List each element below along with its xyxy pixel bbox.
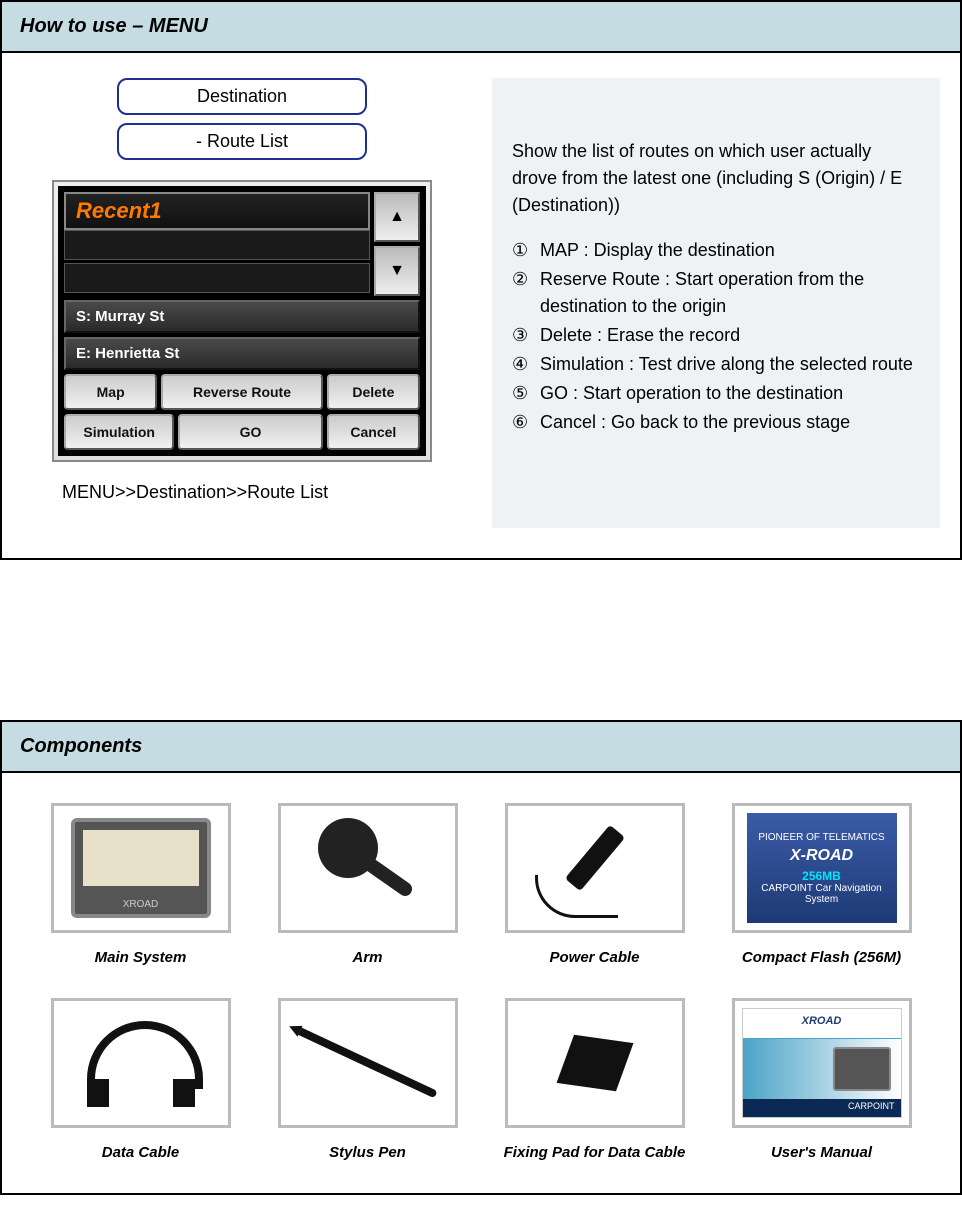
components-title: Components xyxy=(2,722,960,773)
desc-item-6: Cancel : Go back to the previous stage xyxy=(540,409,850,436)
destination-row: E: Henrietta St xyxy=(64,337,420,370)
compact-flash-image: PIONEER OF TELEMATICS X-ROAD 256MB CARPO… xyxy=(732,803,912,933)
list-item[interactable] xyxy=(64,263,370,293)
data-cable-image xyxy=(51,998,231,1128)
fixing-pad-image xyxy=(505,998,685,1128)
map-button[interactable]: Map xyxy=(64,374,157,410)
component-stylus: Stylus Pen xyxy=(264,998,471,1183)
component-data-cable: Data Cable xyxy=(37,998,244,1183)
arm-image xyxy=(278,803,458,933)
breadcrumb: MENU>>Destination>>Route List xyxy=(22,482,462,503)
simulation-button[interactable]: Simulation xyxy=(64,414,174,450)
delete-button[interactable]: Delete xyxy=(327,374,420,410)
components-panel: Components Main System Arm Power Cable P… xyxy=(0,720,962,1195)
component-fixing-pad: Fixing Pad for Data Cable xyxy=(491,998,698,1183)
description-box: Show the list of routes on which user ac… xyxy=(492,78,940,528)
desc-item-4: Simulation : Test drive along the select… xyxy=(540,351,913,378)
desc-item-1: MAP : Display the destination xyxy=(540,237,775,264)
list-item[interactable] xyxy=(64,230,370,260)
component-manual: XROAD CARPOINT User's Manual xyxy=(718,998,925,1183)
desc-item-2: Reserve Route : Start operation from the… xyxy=(540,266,920,320)
origin-row: S: Murray St xyxy=(64,300,420,333)
component-main-system: Main System xyxy=(37,803,244,988)
manual-image: XROAD CARPOINT xyxy=(732,998,912,1128)
desc-item-3: Delete : Erase the record xyxy=(540,322,740,349)
reverse-route-button[interactable]: Reverse Route xyxy=(161,374,322,410)
device-screenshot: Recent1 ▲ ▼ S: Murray St E: Henrietta St xyxy=(52,180,432,462)
destination-pill: Destination xyxy=(117,78,367,115)
scroll-down-icon[interactable]: ▼ xyxy=(374,246,420,296)
go-button[interactable]: GO xyxy=(178,414,322,450)
stylus-image xyxy=(278,998,458,1128)
description-intro: Show the list of routes on which user ac… xyxy=(512,138,920,219)
recent-label[interactable]: Recent1 xyxy=(64,192,370,230)
howto-title: How to use – MENU xyxy=(2,2,960,53)
howto-panel: How to use – MENU Destination - Route Li… xyxy=(0,0,962,560)
desc-item-5: GO : Start operation to the destination xyxy=(540,380,843,407)
cancel-button[interactable]: Cancel xyxy=(327,414,420,450)
main-system-image xyxy=(51,803,231,933)
power-cable-image xyxy=(505,803,685,933)
component-power-cable: Power Cable xyxy=(491,803,698,988)
component-compact-flash: PIONEER OF TELEMATICS X-ROAD 256MB CARPO… xyxy=(718,803,925,988)
route-list-pill: - Route List xyxy=(117,123,367,160)
scroll-up-icon[interactable]: ▲ xyxy=(374,192,420,242)
component-arm: Arm xyxy=(264,803,471,988)
